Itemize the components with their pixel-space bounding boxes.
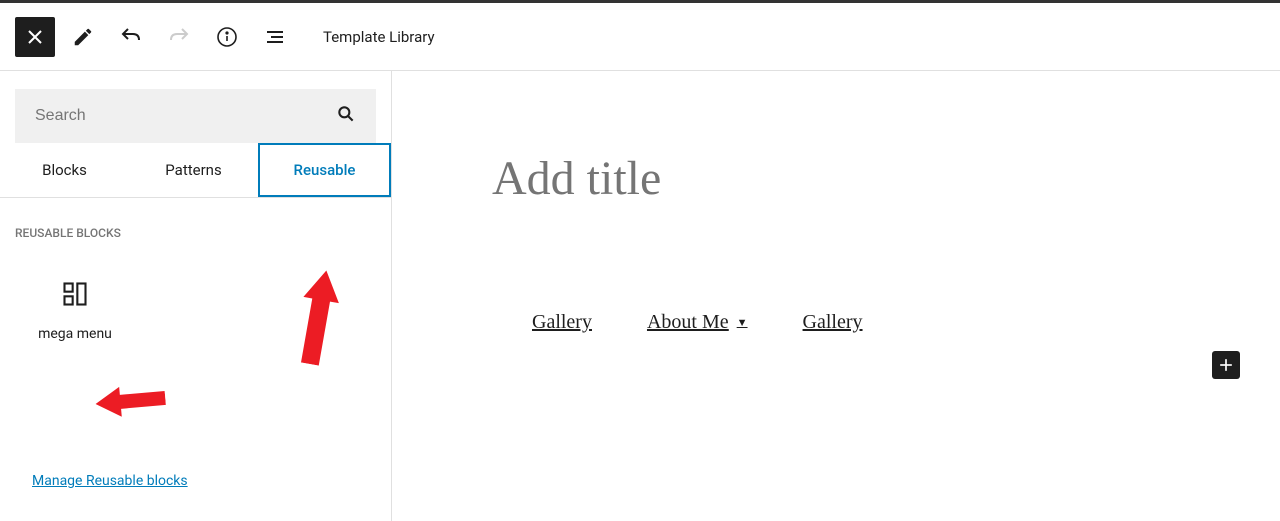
manage-reusable-link[interactable]: Manage Reusable blocks <box>32 473 188 489</box>
tab-reusable[interactable]: Reusable <box>258 143 391 197</box>
nav-item-gallery[interactable]: Gallery <box>532 311 592 334</box>
close-inserter-button[interactable] <box>15 17 55 57</box>
template-library-link[interactable]: Template Library <box>323 28 435 46</box>
nav-item-gallery-2[interactable]: Gallery <box>803 311 863 334</box>
reusable-block-icon <box>61 280 89 308</box>
tab-blocks[interactable]: Blocks <box>0 143 129 197</box>
search-icon[interactable] <box>336 104 356 128</box>
section-title: Reusable Blocks <box>15 226 376 240</box>
block-item-mega-menu[interactable]: mega menu <box>25 280 125 342</box>
block-item-label: mega menu <box>25 326 125 342</box>
info-button[interactable] <box>207 17 247 57</box>
editor-canvas: Add title Gallery About Me ▼ Gallery <box>392 71 1280 521</box>
annotation-arrow-icon <box>93 373 166 419</box>
edit-icon[interactable] <box>63 17 103 57</box>
nav-item-about-me[interactable]: About Me ▼ <box>647 311 748 334</box>
inserter-tabs: Blocks Patterns Reusable <box>0 143 391 198</box>
search-input[interactable] <box>35 107 336 125</box>
outline-button[interactable] <box>255 17 295 57</box>
main-area: Blocks Patterns Reusable Reusable Blocks… <box>0 71 1280 521</box>
tab-patterns[interactable]: Patterns <box>129 143 258 197</box>
chevron-down-icon: ▼ <box>737 317 748 329</box>
navigation-block: Gallery About Me ▼ Gallery <box>532 311 1240 334</box>
nav-item-label: About Me <box>647 311 729 334</box>
add-block-button[interactable] <box>1212 351 1240 379</box>
undo-button[interactable] <box>111 17 151 57</box>
block-inserter-sidebar: Blocks Patterns Reusable Reusable Blocks… <box>0 71 392 521</box>
top-toolbar: Template Library <box>0 3 1280 71</box>
annotation-arrow-icon <box>292 267 358 369</box>
post-title-input[interactable]: Add title <box>492 151 1240 206</box>
redo-button[interactable] <box>159 17 199 57</box>
search-box <box>15 89 376 143</box>
